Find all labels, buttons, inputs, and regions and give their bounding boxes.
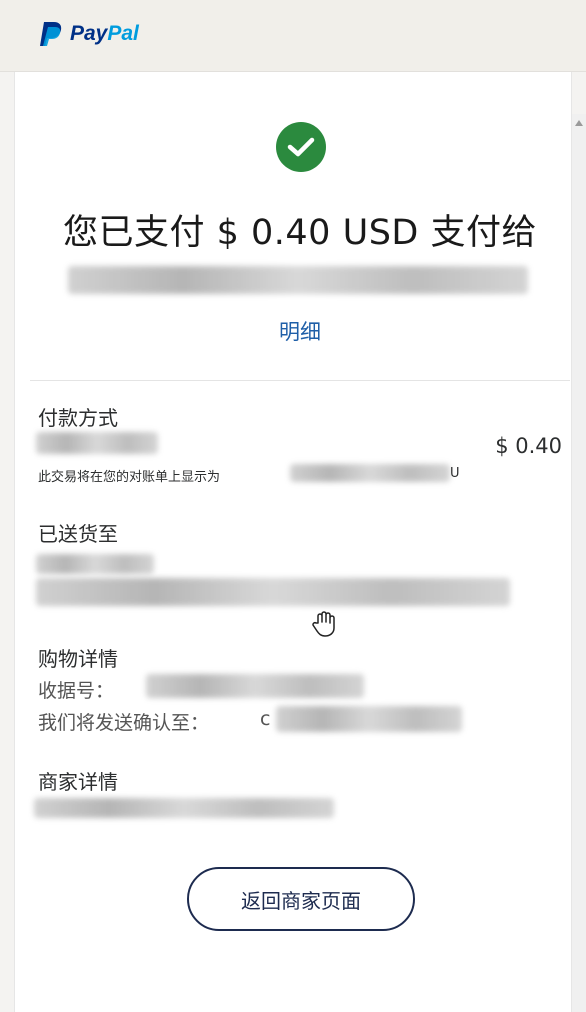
purchase-details-label: 购物详情 xyxy=(38,647,118,671)
statement-suffix: U xyxy=(450,466,460,481)
confirmation-email-label: 我们将发送确认至： xyxy=(38,712,210,734)
header: PayPal xyxy=(0,0,586,72)
paypal-logo: PayPal xyxy=(38,20,139,48)
redacted-shipping-address xyxy=(36,578,510,606)
redacted-recipient-name xyxy=(36,554,154,574)
check-circle-icon xyxy=(276,122,326,172)
return-to-merchant-button[interactable]: 返回商家页面 xyxy=(187,867,415,931)
section-divider xyxy=(30,380,570,381)
statement-note: 此交易将在您的对账单上显示为 xyxy=(38,470,221,485)
payment-amount: $ 0.40 xyxy=(495,434,562,458)
redacted-receipt-number xyxy=(146,674,364,698)
receipt-label: 收据号： xyxy=(38,680,115,702)
details-link[interactable]: 明细 xyxy=(0,316,586,346)
logo-pay: Pay xyxy=(70,22,108,45)
redacted-statement-name xyxy=(290,464,450,482)
redacted-merchant-details xyxy=(34,798,334,818)
payment-method-label: 付款方式 xyxy=(38,406,118,430)
redacted-payment-method xyxy=(36,432,158,454)
scroll-up-icon[interactable] xyxy=(575,120,583,126)
redacted-merchant-name xyxy=(68,266,528,294)
checkmark-icon xyxy=(287,137,315,157)
redacted-confirmation-email xyxy=(276,706,462,732)
paypal-wordmark: PayPal xyxy=(70,22,139,46)
hand-cursor-icon xyxy=(312,611,335,637)
merchant-details-label: 商家详情 xyxy=(38,770,118,794)
logo-pal: Pal xyxy=(107,22,139,45)
shipping-label: 已送货至 xyxy=(38,522,118,546)
payment-headline: 您已支付 $ 0.40 USD 支付给 xyxy=(63,213,537,253)
paypal-logo-icon xyxy=(40,22,62,46)
confirmation-email-prefix: c xyxy=(260,708,271,730)
